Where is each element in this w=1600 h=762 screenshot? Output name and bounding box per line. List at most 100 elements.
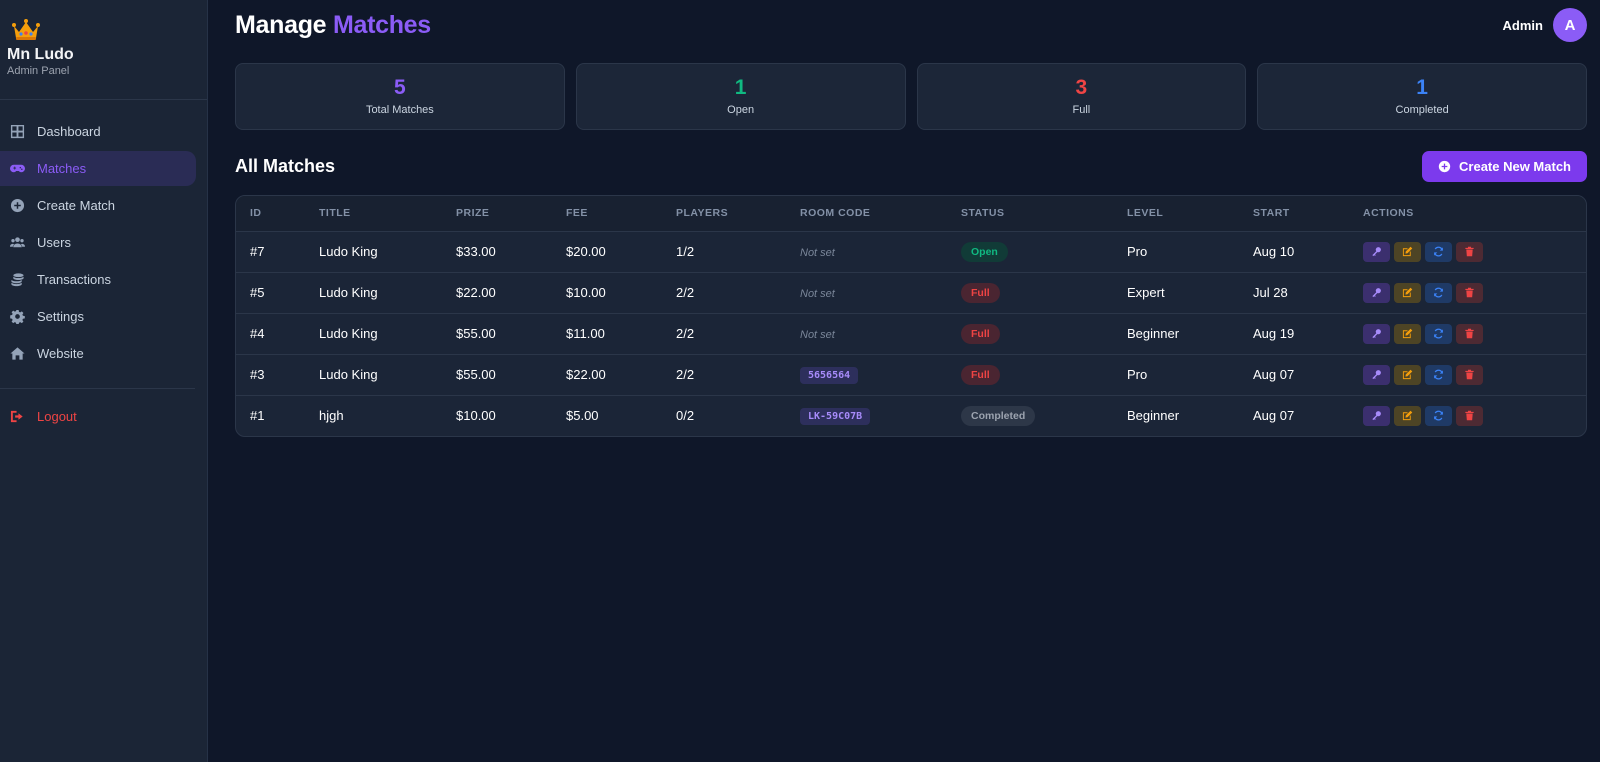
- stats-row: 5 Total Matches 1 Open 3 Full 1 Complete…: [235, 63, 1587, 130]
- set-room-code-button[interactable]: [1363, 323, 1390, 344]
- room-code: Not set: [800, 247, 835, 259]
- section-header: All Matches Create New Match: [235, 150, 1587, 182]
- column-header: STATUS: [947, 196, 1113, 231]
- refresh-match-button[interactable]: [1425, 323, 1452, 344]
- edit-match-button[interactable]: [1394, 282, 1421, 303]
- cell-actions: [1349, 312, 1586, 354]
- cell-id: #7: [236, 230, 305, 272]
- coins-icon: [11, 273, 24, 287]
- cell-status: Completed: [947, 394, 1113, 436]
- sidebar-item-matches[interactable]: Matches: [0, 151, 196, 186]
- edit-icon: [1402, 287, 1413, 298]
- home-icon: [10, 347, 25, 360]
- page-title-main: Manage: [235, 10, 333, 39]
- row-actions: [1363, 405, 1586, 426]
- sidebar-item-transactions[interactable]: Transactions: [0, 262, 196, 297]
- table-row: #1 hjgh $10.00 $5.00 0/2 LK-59C07B Compl…: [236, 394, 1586, 436]
- cell-players: 1/2: [662, 230, 786, 272]
- sidebar-item-label: Settings: [37, 309, 84, 324]
- delete-match-button[interactable]: [1456, 405, 1483, 426]
- grid-icon: [10, 124, 25, 139]
- gamepad-icon: [10, 164, 25, 173]
- column-header: PLAYERS: [662, 196, 786, 231]
- sidebar-item-create-match[interactable]: Create Match: [0, 188, 196, 223]
- trash-icon: [1465, 369, 1474, 380]
- set-room-code-button[interactable]: [1363, 282, 1390, 303]
- create-new-match-button[interactable]: Create New Match: [1422, 150, 1587, 182]
- table-header-row: ID TITLE PRIZE FEE PLAYERS ROOM CODE STA…: [236, 196, 1586, 231]
- cell-prize: $10.00: [442, 394, 552, 436]
- room-code: Not set: [800, 329, 835, 341]
- refresh-match-button[interactable]: [1425, 282, 1452, 303]
- cell-prize: $22.00: [442, 271, 552, 313]
- sidebar-item-website[interactable]: Website: [0, 336, 196, 371]
- cell-room-code: Not set: [786, 271, 947, 313]
- table-row: #7 Ludo King $33.00 $20.00 1/2 Not set O…: [236, 230, 1586, 272]
- row-actions: [1363, 323, 1586, 344]
- set-room-code-button[interactable]: [1363, 405, 1390, 426]
- cell-actions: [1349, 353, 1586, 395]
- key-icon: [1372, 247, 1381, 257]
- row-actions: [1363, 241, 1586, 262]
- cell-prize: $33.00: [442, 230, 552, 272]
- cell-fee: $5.00: [552, 394, 662, 436]
- trash-icon: [1465, 246, 1474, 257]
- refresh-match-button[interactable]: [1425, 241, 1452, 262]
- stat-card-open: 1 Open: [575, 63, 906, 130]
- avatar[interactable]: A: [1553, 8, 1587, 42]
- edit-icon: [1402, 328, 1413, 339]
- stat-value: 5: [394, 76, 406, 99]
- sidebar-item-users[interactable]: Users: [0, 225, 196, 260]
- room-code: Not set: [800, 288, 835, 300]
- cell-title: Ludo King: [305, 353, 442, 395]
- cell-level: Beginner: [1113, 312, 1239, 354]
- sync-icon: [1434, 369, 1443, 380]
- edit-match-button[interactable]: [1394, 364, 1421, 385]
- stat-label: Total Matches: [365, 104, 434, 116]
- cell-room-code: 5656564: [786, 353, 947, 395]
- set-room-code-button[interactable]: [1363, 364, 1390, 385]
- delete-match-button[interactable]: [1456, 241, 1483, 262]
- cell-start: Jul 28: [1239, 271, 1349, 313]
- edit-match-button[interactable]: [1394, 241, 1421, 262]
- cell-id: #4: [236, 312, 305, 354]
- cell-level: Expert: [1113, 271, 1239, 313]
- cell-status: Full: [947, 271, 1113, 313]
- cell-start: Aug 19: [1239, 312, 1349, 354]
- column-header: PRIZE: [442, 196, 552, 231]
- delete-match-button[interactable]: [1456, 282, 1483, 303]
- cell-title: Ludo King: [305, 271, 442, 313]
- sidebar-item-label: Matches: [37, 161, 87, 176]
- cell-actions: [1349, 230, 1586, 272]
- main-content: Manage Matches Admin A 5 Total Matches 1…: [235, 0, 1587, 437]
- cell-id: #1: [236, 394, 305, 436]
- cell-actions: [1349, 394, 1586, 436]
- edit-match-button[interactable]: [1394, 323, 1421, 344]
- cell-actions: [1349, 271, 1586, 313]
- logout-button[interactable]: Logout: [0, 399, 196, 434]
- cell-fee: $10.00: [552, 271, 662, 313]
- sidebar-item-label: Website: [37, 346, 84, 361]
- trash-icon: [1465, 287, 1474, 298]
- user-menu[interactable]: Admin A: [1503, 8, 1587, 42]
- cell-start: Aug 07: [1239, 353, 1349, 395]
- sidebar-item-dashboard[interactable]: Dashboard: [0, 114, 196, 149]
- sidebar-item-label: Dashboard: [37, 124, 101, 139]
- refresh-match-button[interactable]: [1425, 405, 1452, 426]
- sidebar-item-settings[interactable]: Settings: [0, 299, 196, 334]
- stat-value: 1: [1416, 76, 1428, 99]
- delete-match-button[interactable]: [1456, 323, 1483, 344]
- sidebar: Mn Ludo Admin Panel Dashboard Matches Cr…: [0, 0, 208, 762]
- edit-match-button[interactable]: [1394, 405, 1421, 426]
- stat-value: 1: [734, 76, 747, 99]
- set-room-code-button[interactable]: [1363, 241, 1390, 262]
- column-header: ACTIONS: [1349, 196, 1586, 231]
- refresh-match-button[interactable]: [1425, 364, 1452, 385]
- room-code: 5656564: [800, 366, 859, 384]
- cell-title: hjgh: [305, 394, 442, 436]
- section-title: All Matches: [235, 155, 336, 176]
- delete-match-button[interactable]: [1456, 364, 1483, 385]
- key-icon: [1372, 329, 1381, 339]
- column-header: START: [1239, 196, 1349, 231]
- cell-status: Full: [947, 312, 1113, 354]
